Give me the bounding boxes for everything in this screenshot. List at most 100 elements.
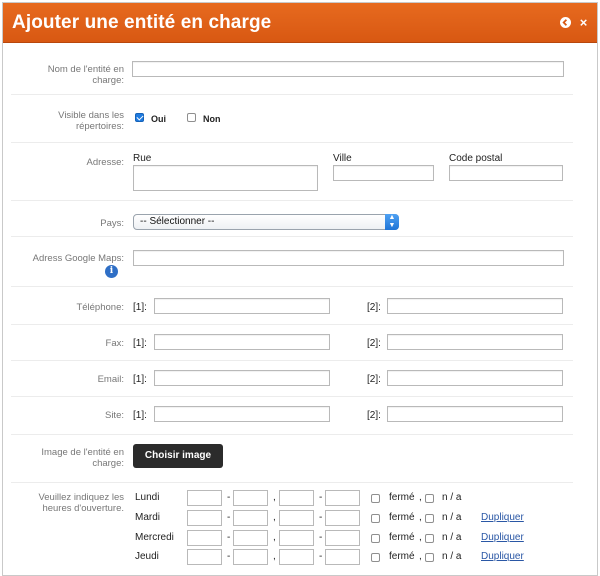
site-slot1-label: [1]: xyxy=(133,410,147,421)
close-hour-input[interactable] xyxy=(233,549,268,565)
na-label: n / a xyxy=(442,492,462,503)
close-hour-2-input[interactable] xyxy=(325,510,360,526)
closed-label: fermé xyxy=(389,551,415,562)
open-hour-2-input[interactable] xyxy=(279,510,314,526)
dash-separator: - xyxy=(227,532,231,543)
duplicate-link[interactable]: Dupliquer xyxy=(481,532,524,543)
row-divider xyxy=(11,434,573,435)
na-checkbox[interactable] xyxy=(425,514,434,523)
fax-slot2-label: [2]: xyxy=(367,338,381,349)
day-label: Mardi xyxy=(135,512,161,523)
close-hour-input[interactable] xyxy=(233,530,268,546)
google-maps-label: Adress Google Maps: xyxy=(32,253,124,264)
closed-checkbox[interactable] xyxy=(371,553,380,562)
fax-input-2[interactable] xyxy=(387,334,563,350)
site-input-2[interactable] xyxy=(387,406,563,422)
fax-input-1[interactable] xyxy=(154,334,330,350)
dash-separator: - xyxy=(319,512,323,523)
dash-separator: - xyxy=(319,551,323,562)
dialog-titlebar: Ajouter une entité en charge × xyxy=(3,3,597,43)
dialog-title: Ajouter une entité en charge xyxy=(12,12,272,33)
closed-label: fermé xyxy=(389,512,415,523)
phone-input-1[interactable] xyxy=(154,298,330,314)
phone-label: Téléphone: xyxy=(76,302,124,313)
na-checkbox[interactable] xyxy=(425,534,434,543)
open-hour-input[interactable] xyxy=(187,510,222,526)
row-divider xyxy=(11,324,573,325)
day-label: Jeudi xyxy=(135,551,159,562)
site-input-1[interactable] xyxy=(154,406,330,422)
day-label: Lundi xyxy=(135,492,160,503)
closed-checkbox[interactable] xyxy=(371,534,380,543)
open-hour-2-input[interactable] xyxy=(279,490,314,506)
day-label: Mercredi xyxy=(135,532,174,543)
close-hour-2-input[interactable] xyxy=(325,490,360,506)
closed-checkbox[interactable] xyxy=(371,494,380,503)
email-label: Email: xyxy=(97,374,124,385)
email-input-1[interactable] xyxy=(154,370,330,386)
open-hour-input[interactable] xyxy=(187,530,222,546)
row-divider xyxy=(11,236,573,237)
open-hour-input[interactable] xyxy=(187,549,222,565)
comma-separator: , xyxy=(273,512,276,523)
email-slot2-label: [2]: xyxy=(367,374,381,385)
open-hour-input[interactable] xyxy=(187,490,222,506)
open-hour-2-input[interactable] xyxy=(279,530,314,546)
phone-slot2-label: [2]: xyxy=(367,302,381,313)
select-arrows-icon: ▲ ▼ xyxy=(385,214,399,230)
duplicate-link[interactable]: Dupliquer xyxy=(481,551,524,562)
visible-label: Visible dans les répertoires: xyxy=(58,110,124,132)
dash-separator: - xyxy=(227,492,231,503)
postal-code-input[interactable] xyxy=(449,165,563,181)
phone-slot1-label: [1]: xyxy=(133,302,147,313)
email-input-2[interactable] xyxy=(387,370,563,386)
comma-separator: , xyxy=(419,512,422,523)
closed-checkbox[interactable] xyxy=(371,514,380,523)
close-hour-input[interactable] xyxy=(233,510,268,526)
visible-no-checkbox[interactable] xyxy=(187,113,196,122)
comma-separator: , xyxy=(419,492,422,503)
fax-label: Fax: xyxy=(105,338,124,349)
comma-separator: , xyxy=(419,551,422,562)
close-hour-2-input[interactable] xyxy=(325,530,360,546)
phone-input-2[interactable] xyxy=(387,298,563,314)
na-label: n / a xyxy=(442,532,462,543)
info-icon[interactable]: i xyxy=(105,265,118,278)
na-checkbox[interactable] xyxy=(425,494,434,503)
duplicate-link[interactable]: Dupliquer xyxy=(481,512,524,523)
row-divider xyxy=(11,94,573,95)
comma-separator: , xyxy=(273,551,276,562)
row-divider xyxy=(11,286,573,287)
arrow-left-circle-icon[interactable] xyxy=(560,17,571,28)
name-label: Nom de l'entité en charge: xyxy=(47,64,124,86)
choose-image-button[interactable]: Choisir image xyxy=(133,444,223,468)
name-input[interactable] xyxy=(132,61,564,77)
visible-yes-checkbox[interactable] xyxy=(135,113,144,122)
site-label: Site: xyxy=(104,410,124,421)
dash-separator: - xyxy=(227,551,231,562)
country-select[interactable]: -- Sélectionner -- ▲ ▼ xyxy=(133,214,399,230)
street-textarea[interactable] xyxy=(133,165,318,191)
opening-hours-label: Veuillez indiquez les heures d'ouverture… xyxy=(38,492,124,514)
na-label: n / a xyxy=(442,512,462,523)
close-icon[interactable]: × xyxy=(578,16,589,29)
close-hour-2-input[interactable] xyxy=(325,549,360,565)
add-entity-dialog: Ajouter une entité en charge × Nom de l'… xyxy=(2,2,598,576)
site-slot2-label: [2]: xyxy=(367,410,381,421)
postal-code-label: Code postal xyxy=(449,153,503,164)
dash-separator: - xyxy=(227,512,231,523)
street-label: Rue xyxy=(133,153,152,164)
row-divider xyxy=(11,200,573,201)
close-hour-input[interactable] xyxy=(233,490,268,506)
visible-yes-label: Oui xyxy=(151,114,166,124)
city-input[interactable] xyxy=(333,165,434,181)
dash-separator: - xyxy=(319,532,323,543)
image-label: Image de l'entité en charge: xyxy=(41,447,124,469)
closed-label: fermé xyxy=(389,492,415,503)
city-label: Ville xyxy=(333,153,352,164)
na-checkbox[interactable] xyxy=(425,553,434,562)
open-hour-2-input[interactable] xyxy=(279,549,314,565)
dash-separator: - xyxy=(319,492,323,503)
row-divider xyxy=(11,360,573,361)
google-maps-input[interactable] xyxy=(133,250,564,266)
